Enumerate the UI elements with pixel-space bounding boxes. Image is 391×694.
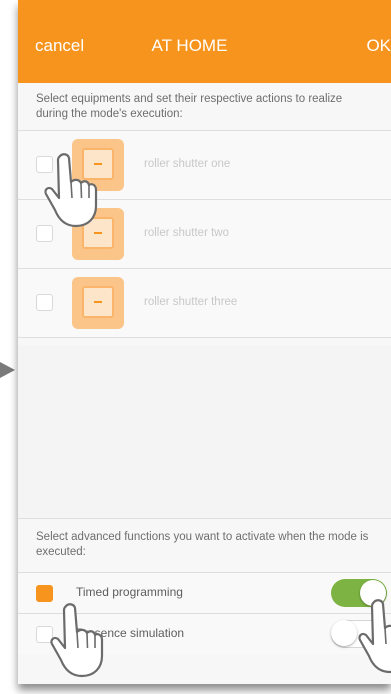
tap-hand-icon [44,153,98,228]
functions-instruction: Select advanced functions you want to ac… [36,531,369,558]
page-title: AT HOME [151,36,228,55]
divider [18,337,391,338]
mode-editor-screen: cancel AT HOME OK Select equipments and … [18,0,391,684]
equipment-checkbox-3[interactable] [36,294,53,311]
equipment-instruction: Select equipments and set their respecti… [36,93,343,120]
header-bar: cancel AT HOME OK [18,0,391,83]
equipment-label-2: roller shutter two [144,227,230,239]
equipment-row-3[interactable]: roller shutter three [18,269,391,337]
timed-programming-label: Timed programming [76,585,183,599]
ok-button[interactable]: OK [366,36,391,56]
roller-shutter-icon [72,277,124,329]
pointer-arrow-icon [0,362,15,378]
tap-hand-icon [50,603,104,678]
divider [18,518,391,519]
equipment-label-1: roller shutter one [144,158,231,170]
empty-list-area [18,346,391,518]
equipment-label-3: roller shutter three [144,296,238,308]
tap-hand-icon [358,599,391,674]
